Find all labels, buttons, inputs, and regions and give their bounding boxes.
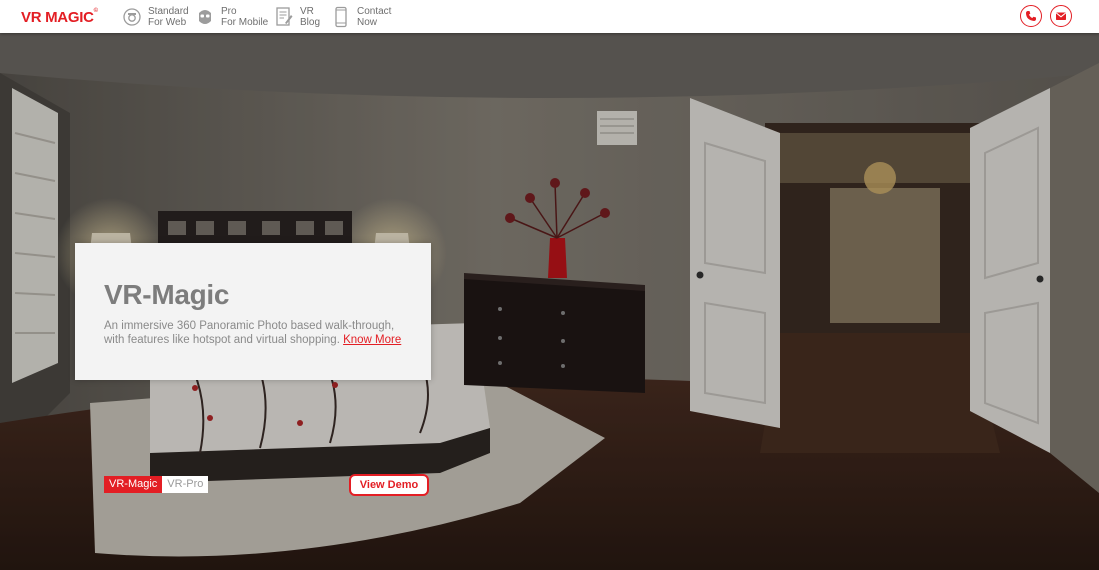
- nav-blog-line1: VR: [300, 6, 314, 17]
- product-tabs: VR-Magic VR-Pro: [104, 476, 209, 493]
- nav-item-blog[interactable]: VR Blog: [274, 5, 320, 29]
- nav-blog-line2: Blog: [300, 17, 321, 28]
- nav-pro-line2: For Mobile: [221, 17, 269, 28]
- nav-standard-line1: Standard: [148, 6, 189, 17]
- know-more-link[interactable]: Know More: [343, 334, 401, 346]
- top-navbar: VR MAGIC© Standard For Web Pro For Mobile …: [0, 0, 1099, 33]
- brand-logo[interactable]: VR MAGIC©: [21, 8, 98, 26]
- card-description: An immersive 360 Panoramic Photo based w…: [104, 319, 414, 347]
- card-title: VR-Magic: [104, 279, 230, 310]
- tab-vr-magic[interactable]: VR-Magic: [104, 476, 163, 493]
- nav-pro-line1: Pro: [221, 6, 237, 17]
- panorama-background[interactable]: VR-Magic An immersive 360 Panoramic Phot…: [0, 33, 1099, 570]
- mail-icon: [1055, 12, 1067, 20]
- phone-button[interactable]: [1020, 5, 1042, 27]
- mobile-phone-icon: [331, 6, 351, 28]
- blog-edit-icon: [274, 6, 294, 28]
- nav-contact-line2: Now: [357, 17, 378, 28]
- vr-headset-icon: [195, 6, 215, 28]
- nav-standard-line2: For Web: [148, 17, 187, 28]
- nav-contact-line1: Contact: [357, 6, 392, 17]
- view-demo-button[interactable]: View Demo: [349, 474, 429, 496]
- nav-item-standard[interactable]: Standard For Web: [122, 5, 189, 29]
- camera-360-icon: [122, 6, 142, 28]
- nav-item-pro[interactable]: Pro For Mobile: [195, 5, 268, 29]
- mail-button[interactable]: [1050, 5, 1072, 27]
- nav-item-contact[interactable]: Contact Now: [331, 5, 391, 29]
- tab-vr-pro[interactable]: VR-Pro: [162, 476, 209, 493]
- intro-card: VR-Magic An immersive 360 Panoramic Phot…: [75, 243, 431, 380]
- phone-icon: [1026, 11, 1036, 21]
